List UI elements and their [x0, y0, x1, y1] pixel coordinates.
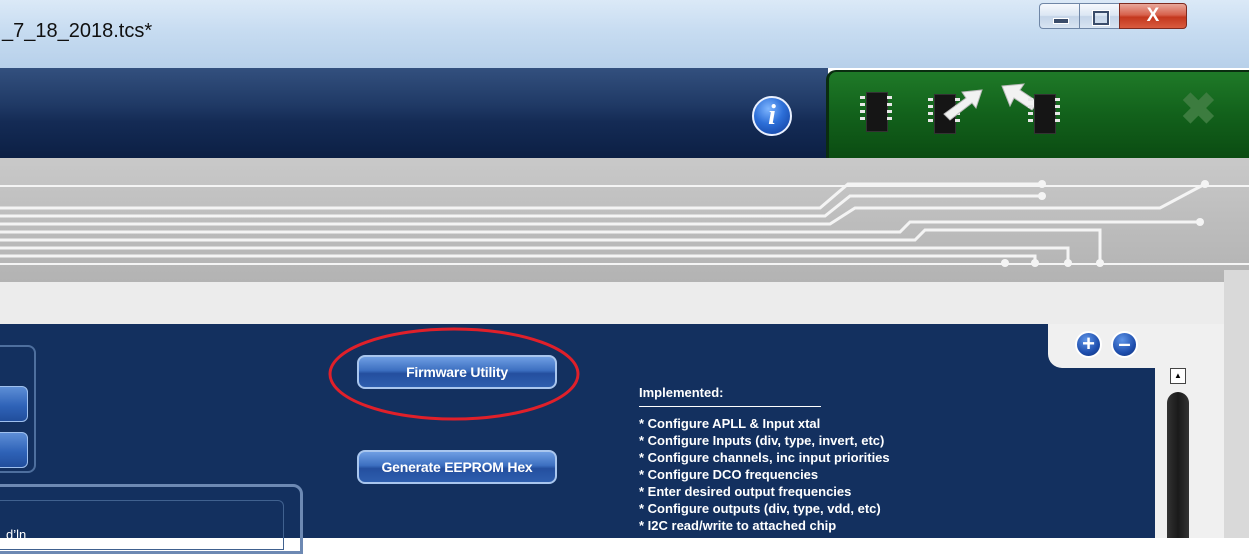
arrow-out-icon [943, 89, 983, 121]
chip-read-button[interactable] [928, 84, 986, 136]
window-title: _7_18_2018.tcs* [2, 20, 153, 42]
left-side-button-2[interactable] [0, 432, 28, 468]
left-side-button-1[interactable] [0, 386, 28, 422]
list-item: * Configure DCO frequencies [639, 467, 819, 482]
toolbar-close-button[interactable]: ✖ [1180, 88, 1217, 132]
scroll-up-button[interactable]: ▲ [1170, 368, 1186, 384]
scrollbar-thumb[interactable] [1167, 392, 1189, 538]
notes-list: * Configure APLL & Input xtal * Configur… [639, 415, 890, 534]
chip-button[interactable] [860, 92, 894, 134]
vertical-scrollbar-track [1155, 324, 1224, 538]
chip-icon [866, 92, 888, 132]
zoom-out-button[interactable]: – [1111, 331, 1138, 358]
app-header [0, 68, 828, 162]
list-item: * I2C read/write to attached chip [639, 518, 837, 533]
notes-heading: Implemented: [639, 385, 724, 400]
chip-write-button[interactable] [998, 78, 1062, 136]
firmware-utility-button[interactable]: Firmware Utility [357, 355, 557, 389]
bottom-left-inner-panel [0, 500, 284, 550]
maximize-button[interactable] [1079, 3, 1119, 29]
list-item: * Configure Inputs (div, type, invert, e… [639, 433, 885, 448]
minimize-icon [1053, 18, 1069, 24]
maximize-icon [1092, 10, 1110, 26]
right-margin [1224, 270, 1249, 538]
list-item: * Configure APLL & Input xtal [639, 416, 821, 431]
list-item: * Configure outputs (div, type, vdd, etc… [639, 501, 881, 516]
circuit-banner [0, 158, 1249, 282]
close-icon: X [1146, 5, 1160, 26]
bottom-panel-text: d’ln [6, 527, 27, 542]
zoom-in-button[interactable]: + [1075, 331, 1102, 358]
notes-divider [639, 406, 821, 407]
minimize-button[interactable] [1039, 3, 1079, 29]
generate-eeprom-hex-button[interactable]: Generate EEPROM Hex [357, 450, 557, 484]
close-window-button[interactable]: X [1119, 3, 1187, 29]
circuit-traces-graphic [0, 180, 1249, 267]
info-button[interactable]: i [752, 96, 792, 136]
window-controls: X [1039, 3, 1187, 33]
list-item: * Configure channels, inc input prioriti… [639, 450, 890, 465]
list-item: * Enter desired output frequencies [639, 484, 852, 499]
window-titlebar: _7_18_2018.tcs* X [0, 0, 1249, 68]
chip-write-icon [1034, 94, 1056, 134]
implemented-notes: Implemented: * Configure APLL & Input xt… [639, 385, 890, 534]
content-separator [0, 282, 1249, 324]
